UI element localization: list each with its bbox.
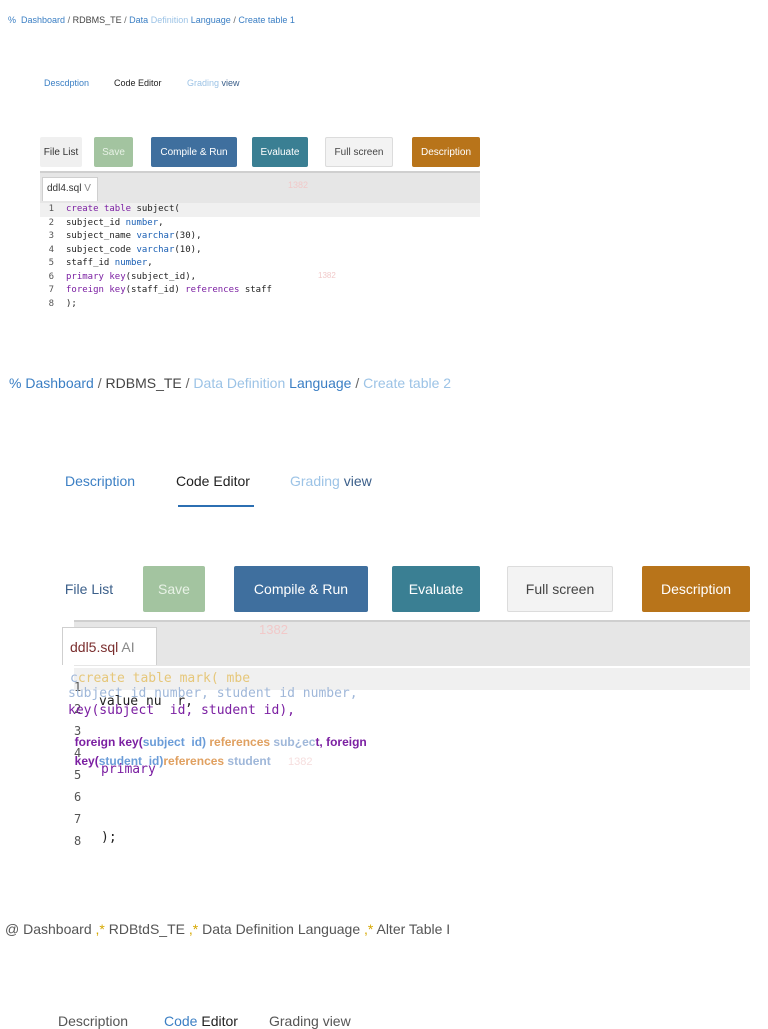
code-text: subject_code varchar(10), <box>66 244 202 255</box>
tab-grading-view[interactable]: Grading view <box>290 473 372 489</box>
breadcrumb-separator: / <box>185 375 190 391</box>
tab-code-editor[interactable]: Code Editor <box>176 473 250 489</box>
breadcrumb-separator: ,* <box>364 921 374 937</box>
line-number: 1 <box>48 204 54 214</box>
home-icon[interactable]: @ <box>5 921 19 937</box>
compile-run-button[interactable]: Compile & Run <box>234 566 368 612</box>
line-number: 7 <box>48 285 54 295</box>
home-icon[interactable]: % <box>9 375 21 391</box>
description-button[interactable]: Description <box>642 566 750 612</box>
breadcrumb-separator: / <box>355 375 360 391</box>
tab-code-editor[interactable]: Code Editor <box>114 78 162 88</box>
save-button[interactable]: Save <box>143 566 205 612</box>
code-overlay-line: ccreate table mark( mbe <box>70 671 251 686</box>
line-number: 4 <box>48 244 54 255</box>
tab-grading-view[interactable]: Grading view <box>269 1013 351 1029</box>
line-count-ghost: 1382 <box>259 622 288 637</box>
line-number: 8 <box>48 298 54 309</box>
file-tab-modified-icon: AI <box>121 639 135 655</box>
code-text: primary key(subject_id), <box>66 271 197 282</box>
code-text: create table subject( <box>66 204 180 214</box>
code-line: 4 subject_code varchar(10), <box>40 244 480 258</box>
breadcrumb: % Dashboard / RDBMS_TE / Data Definition… <box>8 15 295 25</box>
editor-tab-bar <box>74 620 750 666</box>
code-text: foreign key(staff_id) references staff <box>66 285 272 295</box>
file-list-button[interactable]: File List <box>40 137 82 167</box>
tab-grading-view[interactable]: Grading view <box>187 78 240 88</box>
full-screen-button[interactable]: Full screen <box>507 566 613 612</box>
code-line: 2 subject_id number, <box>40 217 480 231</box>
file-tab-modified-icon: V <box>84 183 91 194</box>
file-tab-name: ddl5.sql <box>70 639 119 655</box>
tab-code-editor[interactable]: Code Editor <box>164 1013 238 1029</box>
line-number: 6 <box>74 790 82 804</box>
breadcrumb-topic[interactable]: Data Definition Language <box>202 921 360 937</box>
tab-description[interactable]: Description <box>65 473 135 489</box>
breadcrumb-page: Create table 1 <box>238 15 295 25</box>
breadcrumb-separator: / <box>233 15 236 25</box>
description-button[interactable]: Description <box>412 137 480 167</box>
file-tab-name: ddl4.sql <box>47 183 82 194</box>
code-text: ); <box>66 298 77 309</box>
code-line: 8); <box>40 298 480 312</box>
breadcrumb-topic[interactable]: Data Definition Language <box>193 375 355 391</box>
code-line: ); <box>101 830 117 845</box>
breadcrumb-course[interactable]: RDBMS_TE <box>106 375 182 391</box>
line-count-ghost: 1382 <box>288 756 313 768</box>
code-overlay-line: key(subject id, student id), <box>68 703 295 718</box>
code-text: staff_id number, <box>66 258 153 268</box>
breadcrumb-page: Alter Table I <box>376 921 451 937</box>
code-line: 7 foreign key(staff_id) references staff <box>40 284 480 298</box>
home-icon[interactable]: % <box>8 15 16 25</box>
line-number: 3 <box>48 231 54 241</box>
file-list-button[interactable]: File List <box>58 578 120 600</box>
code-overlay-line: key(student id)references student <box>74 754 271 768</box>
breadcrumb-separator: / <box>124 15 127 25</box>
active-tab-indicator <box>178 505 254 507</box>
code-text: subject_name varchar(30), <box>66 231 202 241</box>
breadcrumb-separator: ,* <box>95 921 105 937</box>
file-tab[interactable]: ddl4.sql V <box>42 177 98 201</box>
code-line: 3 subject_name varchar(30), <box>40 230 480 244</box>
evaluate-button[interactable]: Evaluate <box>392 566 480 612</box>
breadcrumb-topic[interactable]: Data Definition Language <box>129 15 233 25</box>
line-number: 6 <box>48 271 54 282</box>
line-number: 2 <box>48 217 54 228</box>
editor-tab-bar <box>40 171 480 203</box>
line-number: 7 <box>74 812 82 826</box>
file-tab[interactable]: ddl5.sql AI <box>62 627 157 665</box>
breadcrumb-page: Create table 2 <box>363 375 452 391</box>
breadcrumb-course[interactable]: RDBMS_TE <box>73 15 122 25</box>
breadcrumb: % Dashboard / RDBMS_TE / Data Definition… <box>9 375 451 391</box>
breadcrumb-dashboard[interactable]: Dashboard <box>23 921 92 937</box>
evaluate-button[interactable]: Evaluate <box>252 137 308 167</box>
full-screen-button[interactable]: Full screen <box>325 137 393 167</box>
tab-description[interactable]: Description <box>58 1013 128 1029</box>
code-line: primary <box>101 762 156 777</box>
breadcrumb: @ Dashboard ,* RDBtdS_TE ,* Data Definit… <box>5 921 450 937</box>
code-line: 6 primary key(subject_id), <box>40 271 480 285</box>
code-editor[interactable]: 1 create table subject( 2 subject_id number… <box>40 203 480 313</box>
save-button[interactable]: Save <box>94 137 133 167</box>
breadcrumb-separator: ,* <box>188 921 199 937</box>
breadcrumb-dashboard[interactable]: Dashboard <box>25 375 94 391</box>
breadcrumb-course[interactable]: RDBtdS_TE <box>109 921 185 937</box>
code-line: 1 create table subject( <box>40 203 480 217</box>
code-line: 5 staff_id number, <box>40 257 480 271</box>
breadcrumb-separator: / <box>97 375 102 391</box>
line-count-ghost: 1382 <box>288 180 309 190</box>
tab-description[interactable]: Descdption <box>44 78 89 88</box>
line-number: 8 <box>74 834 82 848</box>
code-text: subject_id number, <box>66 217 164 228</box>
compile-run-button[interactable]: Compile & Run <box>151 137 237 167</box>
breadcrumb-separator: / <box>67 15 71 25</box>
breadcrumb-dashboard[interactable]: Dashboard <box>21 15 65 25</box>
line-number: 5 <box>48 258 54 268</box>
